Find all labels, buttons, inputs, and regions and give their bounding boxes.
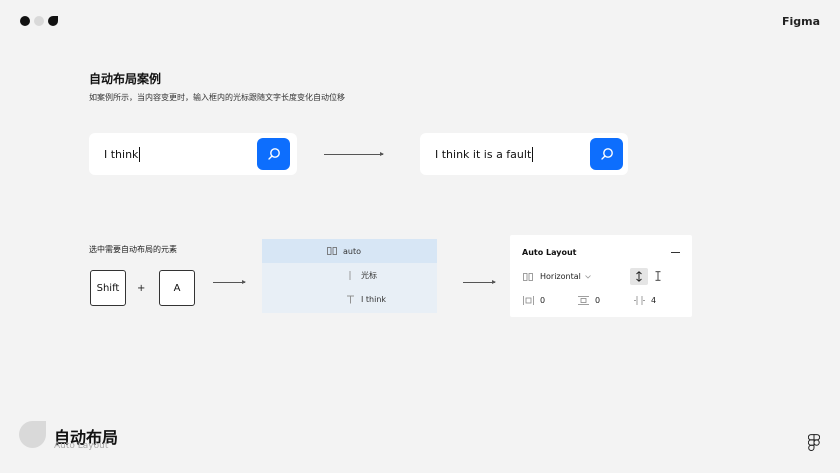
layers-panel: auto 光标 I think [262,239,437,313]
layer-label: I think [361,294,387,304]
auto-layout-title: Auto Layout [522,248,577,257]
dot-leaf-icon [48,16,58,26]
page-subtitle: 如案例所示，当内容变更时，输入框内的光标跟随文字长度变化自动位移 [89,93,345,102]
brand-label: Figma [781,15,820,28]
text-cursor [139,146,141,162]
search-input-before[interactable]: I think [89,146,141,162]
layer-label: auto [343,246,362,256]
direction-value: Horizontal [540,272,581,281]
ibeam-icon[interactable] [655,271,661,284]
search-icon [267,148,280,160]
search-box-after[interactable]: I think it is a fault [420,133,628,175]
dot-black-icon [20,16,30,26]
spacing-field[interactable]: 4 [633,296,656,305]
vertical-arrows-icon [636,271,642,282]
padding-horizontal-field[interactable]: 0 [522,296,545,305]
padding-horizontal-value: 0 [540,296,546,305]
step-label: 选中需要自动布局的元素 [89,245,177,254]
layer-item-auto[interactable]: auto [262,239,437,263]
padding-vertical-icon [577,296,589,305]
plus-sign: + [137,283,146,294]
vertical-resize-toggle[interactable] [630,268,648,285]
search-button-after[interactable] [590,138,623,170]
spacing-icon [633,296,645,305]
auto-layout-panel: Auto Layout Horizontal 0 0 4 [510,235,692,317]
arrow-right-icon [213,280,246,284]
figma-logo-icon [808,434,820,451]
footer-leaf-icon [19,421,46,448]
footer-subtitle: Auto Layout [54,441,109,451]
text-cursor [532,146,534,162]
search-box-before[interactable]: I think [89,133,297,175]
search-icon [600,148,613,160]
chevron-down-icon [585,272,591,281]
page-title: 自动布局案例 [89,72,162,86]
layer-item-cursor[interactable]: 光标 [262,263,437,287]
search-input-after[interactable]: I think it is a fault [420,146,534,162]
remove-auto-layout-icon[interactable] [671,252,680,253]
horizontal-layout-icon [522,272,534,281]
window-dots [20,16,58,26]
layer-item-text[interactable]: I think [262,287,437,311]
a-key: A [159,270,195,306]
spacing-value: 4 [651,296,657,305]
search-text-after: I think it is a fault [435,147,532,161]
direction-select[interactable]: Horizontal [522,272,591,281]
line-icon [344,270,356,280]
dot-grey-icon [34,16,44,26]
shift-key: Shift [90,270,126,306]
text-icon [344,294,356,304]
arrow-right-icon [463,280,496,284]
padding-vertical-field[interactable]: 0 [577,296,600,305]
padding-horizontal-icon [522,296,534,305]
frame-icon [326,246,338,256]
arrow-right-icon [324,152,384,156]
layer-label: 光标 [361,270,377,280]
slide: Figma 自动布局案例 如案例所示，当内容变更时，输入框内的光标跟随文字长度变… [0,0,840,473]
search-button-before[interactable] [257,138,290,170]
padding-vertical-value: 0 [595,296,601,305]
search-text-before: I think [104,147,139,161]
